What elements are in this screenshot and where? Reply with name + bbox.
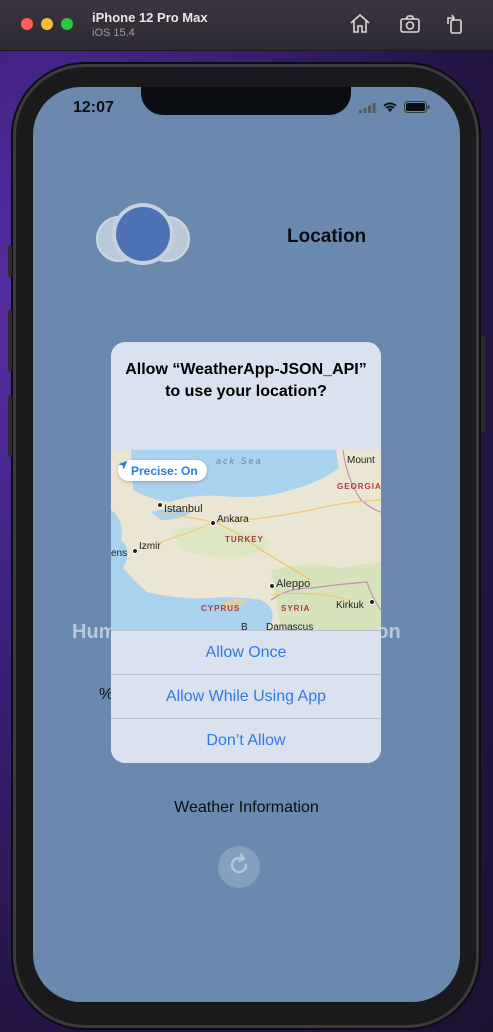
phone-screen: 12:07 Location Hum ation % Weather Infor…	[33, 87, 460, 1002]
map-label-kirkuk: Kirkuk	[336, 600, 364, 611]
map-label-cyprus: CYPRUS	[201, 604, 241, 613]
map-dot-kirkuk	[369, 599, 375, 605]
map-label-athens: ens	[111, 548, 128, 559]
mute-switch	[8, 245, 12, 277]
map-label-syria: SYRIA	[281, 604, 311, 613]
map-dot-istanbul	[157, 502, 163, 508]
map-label-georgia: GEORGIA	[337, 482, 381, 491]
close-window-button[interactable]	[21, 18, 33, 30]
screenshot-icon[interactable]	[398, 12, 422, 36]
device-name: iPhone 12 Pro Max	[92, 10, 208, 25]
map-label-mount: Mount	[347, 455, 375, 466]
map-label-izmir: Izmir	[139, 541, 161, 552]
rotate-icon[interactable]	[443, 12, 467, 36]
map-dot-aleppo	[269, 583, 275, 589]
location-permission-alert: Allow “WeatherApp-JSON_API” to use your …	[111, 342, 381, 763]
map-label-black-sea: ack Sea	[216, 456, 263, 466]
dont-allow-button[interactable]: Don’t Allow	[111, 718, 381, 763]
minimize-window-button[interactable]	[41, 18, 53, 30]
simulator-title-bar: iPhone 12 Pro Max iOS 15.4	[0, 0, 493, 51]
allow-once-button[interactable]: Allow Once	[111, 630, 381, 675]
precise-location-toggle[interactable]: Precise: On	[118, 460, 207, 481]
location-map: ack Sea Mount GEORGIA Istanbul Ankara TU…	[111, 450, 381, 630]
alert-title: Allow “WeatherApp-JSON_API” to use your …	[125, 361, 367, 400]
volume-down-button	[8, 395, 12, 457]
precise-label: Precise: On	[131, 463, 198, 478]
power-button	[481, 335, 485, 433]
home-icon[interactable]	[348, 12, 372, 36]
map-label-turkey: TURKEY	[225, 535, 264, 544]
map-dot-ankara	[210, 520, 216, 526]
map-label-damascus: Damascus	[266, 622, 314, 630]
map-label-ankara: Ankara	[217, 514, 249, 525]
allow-while-using-button[interactable]: Allow While Using App	[111, 674, 381, 719]
map-label-beirut: B	[241, 622, 248, 630]
map-label-aleppo: Aleppo	[276, 578, 311, 590]
map-dot-izmir	[132, 548, 138, 554]
volume-up-button	[8, 310, 12, 372]
map-label-istanbul: Istanbul	[164, 503, 203, 515]
zoom-window-button[interactable]	[61, 18, 73, 30]
os-version: iOS 15.4	[92, 27, 135, 39]
